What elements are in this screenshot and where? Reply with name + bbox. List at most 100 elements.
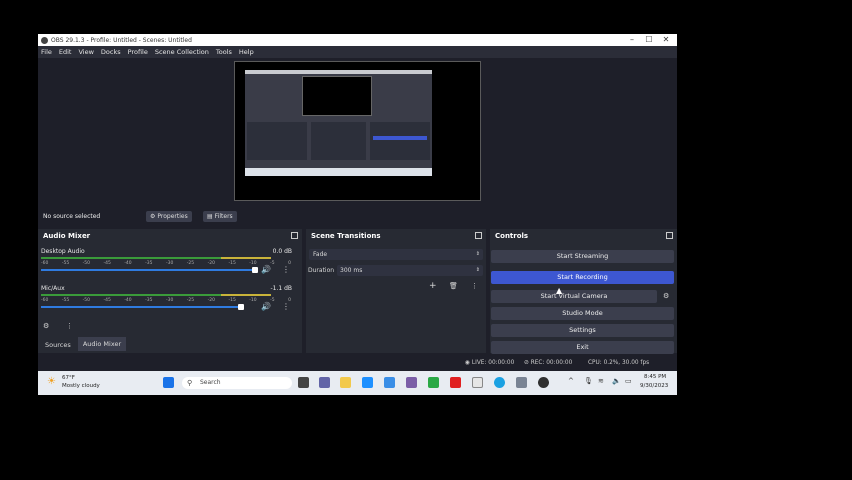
status-bar: ◉ LIVE: 00:00:00 ⊘ REC: 00:00:00 CPU: 0.… [38,358,677,369]
rec-timer: ⊘ REC: 00:00:00 [524,360,572,366]
obs-window: OBS 29.1.3 - Profile: Untitled - Scenes:… [38,34,677,395]
menu-bar: File Edit View Docks Profile Scene Colle… [38,46,677,58]
mic-aux-label: Mic/Aux [41,285,65,292]
microphone-icon[interactable]: 🎙 [584,377,593,385]
writer-icon[interactable] [472,377,483,388]
weather-desc[interactable]: Mostly cloudy [62,383,100,389]
mixer-menu-icon[interactable]: ⋮ [66,322,73,330]
weather-temp[interactable]: 67°F [62,375,75,381]
more-options-icon[interactable]: ⋮ [282,302,290,311]
teams-icon[interactable] [319,377,330,388]
stock-app-icon[interactable] [362,377,373,388]
menu-file[interactable]: File [41,48,52,56]
gear-icon: ⚙ [150,213,156,220]
mic-aux-volume-slider[interactable] [41,306,244,308]
chevron-up-icon[interactable]: ^ [568,377,574,385]
properties-button[interactable]: ⚙ Properties [146,211,192,222]
start-recording-button[interactable]: Start Recording [491,271,674,284]
undock-icon[interactable] [475,232,482,239]
trash-icon[interactable]: 🗑 [449,282,458,290]
duration-input[interactable]: 300 ms ⇕ [337,265,483,276]
filters-label: Filters [214,213,233,220]
record-icon: ⊘ [524,360,529,366]
weather-icon[interactable]: ☀ [47,376,56,387]
cpu-fps: CPU: 0.2%, 30.00 fps [588,360,650,366]
title-bar: OBS 29.1.3 - Profile: Untitled - Scenes:… [38,34,677,46]
menu-profile[interactable]: Profile [128,48,148,56]
scene-transitions-header: Scene Transitions [306,229,486,243]
desktop-audio-meter-warn [221,257,271,259]
roblox-icon[interactable] [516,377,527,388]
start-streaming-button[interactable]: Start Streaming [491,250,674,263]
desktop-audio-volume-slider[interactable] [41,269,258,271]
chevron-updown-icon: ⇕ [475,251,480,257]
menu-tools[interactable]: Tools [216,48,232,56]
add-icon[interactable]: + [429,281,437,291]
search-placeholder: Search [200,379,221,386]
speaker-icon[interactable]: 🔊 [261,302,271,311]
stepper-icon[interactable]: ⇕ [476,265,480,276]
menu-view[interactable]: View [78,48,93,56]
settings-button[interactable]: Settings [491,324,674,337]
desktop-audio-db: 0.0 dB [272,248,292,255]
scene-transitions-dock: Scene Transitions Fade ⇕ Duration 300 ms… [306,229,486,353]
live-timer-text: LIVE: 00:00:00 [471,360,515,366]
gear-app-icon[interactable] [384,377,395,388]
start-virtual-camera-button[interactable]: Start Virtual Camera [491,290,657,303]
tab-audio-mixer[interactable]: Audio Mixer [78,337,126,351]
studio-mode-button[interactable]: Studio Mode [491,307,674,320]
desktop-audio-scale: -60 -55 -50 -45 -40 -35 -30 -25 -20 -15 -10 -5 0 [41,261,291,266]
preview-thumbnail [245,70,432,176]
app-icon[interactable] [428,377,439,388]
task-view-icon[interactable] [298,377,309,388]
controls-header: Controls [490,229,677,243]
menu-scene-collection[interactable]: Scene Collection [155,48,209,56]
taskbar: ☀ 67°F Mostly cloudy ⚲ Search ^ 🎙 ≋ 🔈 ▭ … [38,371,677,395]
mic-aux-db: -1.1 dB [270,285,292,292]
media-app-icon[interactable] [406,377,417,388]
more-options-icon[interactable]: ⋮ [471,282,478,290]
search-icon: ⚲ [187,379,193,387]
mic-aux-volume-knob[interactable] [238,304,244,310]
taskbar-time[interactable]: 8:45 PM [644,374,666,380]
desktop-audio-volume-knob[interactable] [252,267,258,273]
edge-icon[interactable] [494,377,505,388]
no-source-label: No source selected [43,213,101,220]
transition-select[interactable]: Fade ⇕ [309,249,483,260]
volume-icon[interactable]: 🔈 [612,377,621,385]
virtual-camera-settings-icon[interactable]: ⚙ [663,292,669,300]
wifi-icon[interactable]: ≋ [598,377,604,385]
tab-sources[interactable]: Sources [45,341,71,349]
speaker-icon[interactable]: 🔊 [261,265,271,274]
taskbar-date[interactable]: 9/30/2023 [640,383,668,389]
audio-mixer-header: Audio Mixer [38,229,302,243]
filter-icon: ▤ [207,213,213,220]
source-toolbar: No source selected ⚙ Properties ▤ Filter… [38,209,677,225]
filters-button[interactable]: ▤ Filters [203,211,237,222]
file-explorer-icon[interactable] [340,377,351,388]
mouse-cursor-icon: ▲ [556,286,563,295]
youtube-icon[interactable] [450,377,461,388]
mixer-settings-icon[interactable]: ⚙ [43,322,49,330]
close-button[interactable]: ✕ [655,34,677,46]
undock-icon[interactable] [291,232,298,239]
live-timer: ◉ LIVE: 00:00:00 [465,360,514,366]
start-button[interactable] [163,377,174,388]
taskbar-search[interactable]: ⚲ Search [182,377,292,389]
controls-title: Controls [495,232,529,240]
exit-button[interactable]: Exit [491,341,674,354]
transition-value: Fade [313,251,328,258]
audio-mixer-title: Audio Mixer [43,232,91,240]
preview-canvas[interactable] [234,61,481,201]
stream-icon: ◉ [465,360,471,366]
obs-taskbar-icon[interactable] [538,377,549,388]
menu-docks[interactable]: Docks [101,48,121,56]
menu-help[interactable]: Help [239,48,254,56]
desktop-audio-meter [41,257,221,259]
menu-edit[interactable]: Edit [59,48,72,56]
battery-icon[interactable]: ▭ [625,377,632,385]
undock-icon[interactable] [666,232,673,239]
more-options-icon[interactable]: ⋮ [282,265,290,274]
duration-label: Duration [308,267,335,274]
window-title: OBS 29.1.3 - Profile: Untitled - Scenes:… [51,36,192,44]
